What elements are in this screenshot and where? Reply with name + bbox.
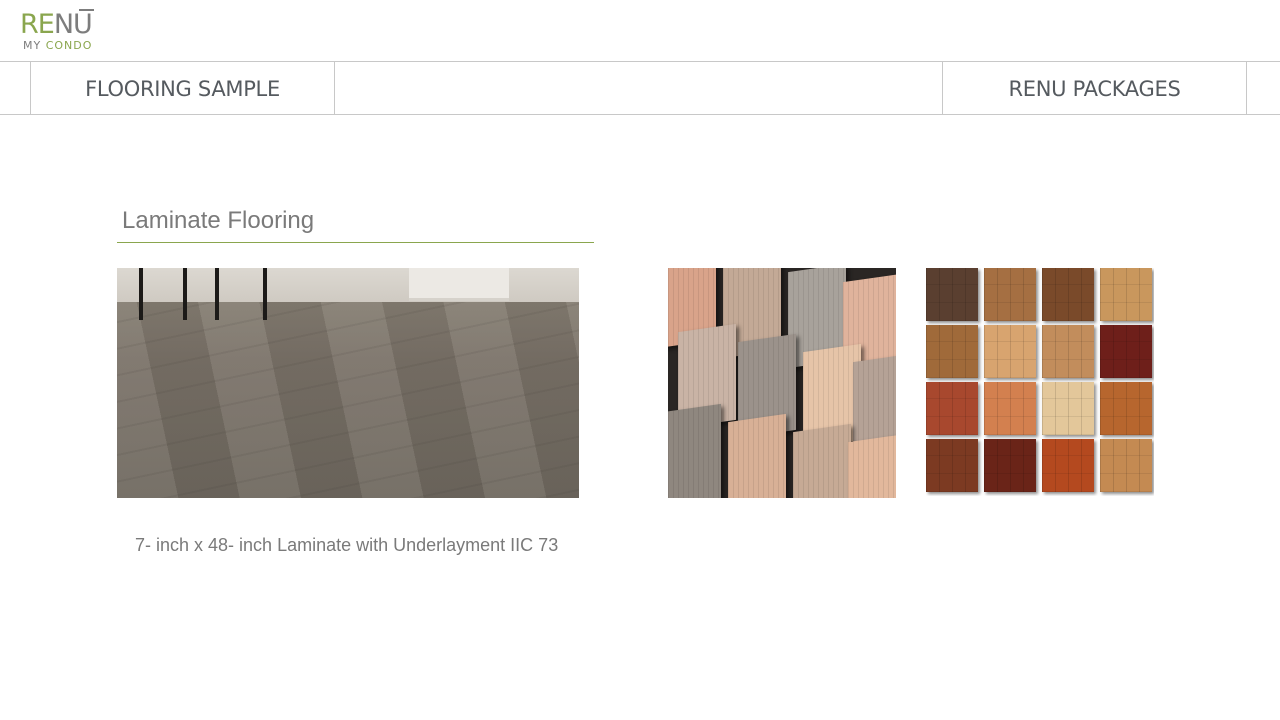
wood-swatch bbox=[1100, 325, 1152, 378]
laminate-floor-photo bbox=[117, 268, 579, 498]
wood-swatch bbox=[1042, 268, 1094, 321]
renu-logo[interactable]: RENU MY CONDO bbox=[20, 8, 100, 54]
logo-wordmark-letter: NU bbox=[53, 9, 93, 40]
tab-renu-packages[interactable]: RENU PACKAGES bbox=[942, 62, 1247, 115]
wood-swatch bbox=[1042, 382, 1094, 435]
logo-wordmark-prefix: RE bbox=[20, 9, 55, 40]
title-underline bbox=[117, 242, 594, 243]
wood-swatch-grid bbox=[926, 268, 1154, 496]
stool-leg bbox=[215, 268, 219, 320]
wood-swatch bbox=[926, 382, 978, 435]
product-caption: 7- inch x 48- inch Laminate with Underla… bbox=[135, 535, 559, 555]
photo-cabinet bbox=[409, 268, 509, 301]
logo-subtitle-highlight: CONDO bbox=[45, 39, 93, 52]
logo-macron bbox=[79, 9, 94, 11]
wood-swatch bbox=[984, 268, 1036, 321]
logo-subtitle: MY CONDO bbox=[23, 40, 92, 52]
wood-swatch bbox=[1100, 382, 1152, 435]
wood-swatch bbox=[926, 268, 978, 321]
flooring-samples-photo bbox=[668, 268, 896, 498]
wood-swatch bbox=[926, 439, 978, 492]
wood-swatch bbox=[926, 325, 978, 378]
section-title: Laminate Flooring bbox=[122, 207, 315, 234]
sample-plank bbox=[668, 403, 721, 498]
wood-swatch bbox=[984, 325, 1036, 378]
wood-swatch bbox=[1042, 439, 1094, 492]
top-nav: FLOORING SAMPLE RENU PACKAGES bbox=[0, 61, 1280, 115]
stool-leg bbox=[139, 268, 143, 320]
tab-flooring-sample[interactable]: FLOORING SAMPLE bbox=[30, 62, 335, 115]
sample-plank bbox=[848, 433, 896, 498]
logo-wordmark: RENU bbox=[20, 9, 93, 40]
sample-plank bbox=[728, 413, 786, 498]
wood-swatch bbox=[1042, 325, 1094, 378]
logo-subtitle-prefix: MY bbox=[23, 39, 46, 52]
wood-swatch bbox=[1100, 268, 1152, 321]
wood-swatch bbox=[984, 439, 1036, 492]
sample-plank bbox=[793, 423, 851, 498]
stool-leg bbox=[263, 268, 267, 320]
stool-leg bbox=[183, 268, 187, 320]
wood-swatch bbox=[1100, 439, 1152, 492]
wood-swatch bbox=[984, 382, 1036, 435]
